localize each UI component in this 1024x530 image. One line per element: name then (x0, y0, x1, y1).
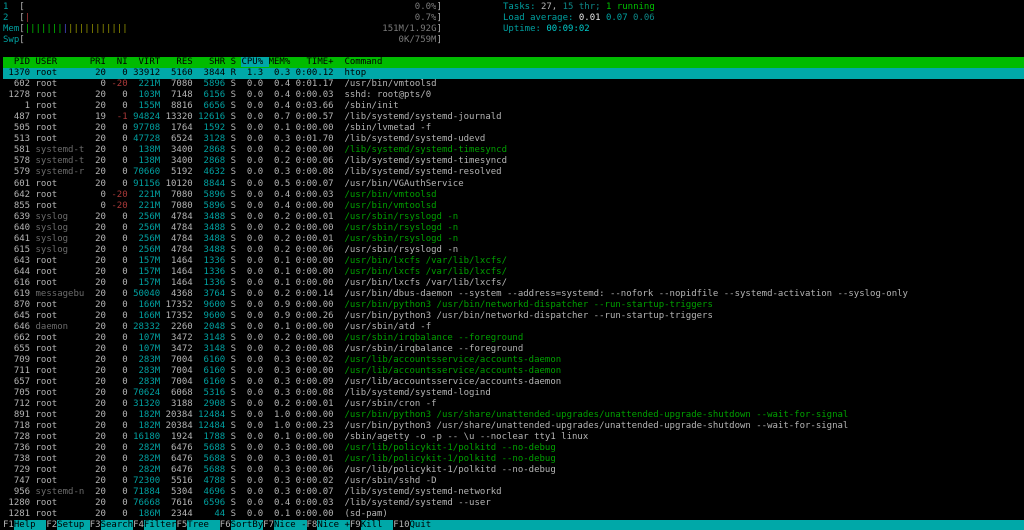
meter-value: 0.0% (414, 2, 437, 12)
process-row[interactable]: 711 root 20 0 283M 7004 6160 S 0.0 0.3 0… (3, 366, 1024, 377)
process-row[interactable]: 1278 root 20 0 103M 7148 6156 S 0.0 0.4 … (3, 90, 1024, 101)
process-row[interactable]: 736 root 20 0 282M 6476 5688 S 0.0 0.3 0… (3, 443, 1024, 454)
process-table-header: PID USER PRI NI VIRT RES SHR S CPU% MEM%… (3, 57, 1024, 69)
process-row[interactable]: 615 syslog 20 0 256M 4784 3488 S 0.0 0.2… (3, 245, 1024, 256)
process-row[interactable]: 646 daemon 20 0 28332 2260 2048 S 0.0 0.… (3, 322, 1024, 333)
process-row[interactable]: 662 root 20 0 107M 3472 3148 S 0.0 0.2 0… (3, 333, 1024, 344)
fkey-Setup-button[interactable]: Setup (57, 520, 90, 530)
column-header-PID[interactable]: PID (3, 57, 36, 67)
process-row[interactable]: 956 systemd-n 20 0 71884 5304 4696 S 0.0… (3, 487, 1024, 498)
function-key-bar: F1 Help F2 Setup F3 Search F4 Filter F5 Tree F6… (3, 520, 1024, 530)
fkey-Nice+-button[interactable]: Nice + (317, 520, 350, 530)
process-row[interactable]: 579 systemd-r 20 0 70660 5192 4632 S 0.0… (3, 167, 1024, 178)
process-row[interactable]: 747 root 20 0 72300 5516 4788 S 0.0 0.3 … (3, 476, 1024, 487)
tasks-summary: Tasks: 27, 15 thr; 1 running (503, 2, 655, 12)
column-header-VIRT[interactable]: VIRT (133, 57, 166, 67)
process-row[interactable]: 513 root 20 0 47728 6524 3128 S 0.0 0.3 … (3, 134, 1024, 145)
fkey-number-F9: F9 (349, 520, 361, 530)
process-row[interactable]: 644 root 20 0 157M 1464 1336 S 0.0 0.1 0… (3, 267, 1024, 278)
column-header-CPU[interactable]: CPU% (241, 57, 269, 68)
process-row[interactable]: 601 root 20 0 91156 10120 8844 S 0.0 0.5… (3, 179, 1024, 190)
process-row[interactable]: 718 root 20 0 182M 20384 12484 S 0.0 1.0… (3, 421, 1024, 432)
meter-value: 0K/759M (398, 35, 437, 46)
swap-meter: Swp[0K/759M] (3, 35, 442, 46)
header-right: Tasks: 27, 15 thr; 1 running Load average… (503, 2, 655, 35)
load-average: Load average: 0.01 0.07 0.06 (503, 13, 655, 24)
column-header-Command[interactable]: Command (344, 57, 382, 67)
fkey-Search-button[interactable]: Search (100, 520, 134, 530)
process-row[interactable]: 705 root 20 0 70624 6068 5316 S 0.0 0.3 … (3, 388, 1024, 399)
process-row[interactable]: 855 root 0 -20 221M 7080 5896 S 0.0 0.4 … (3, 201, 1024, 212)
uptime: Uptime: 00:09:02 (503, 24, 590, 35)
column-header-PRI[interactable]: PRI (90, 57, 112, 67)
process-row[interactable]: 581 systemd-t 20 0 138M 3400 2868 S 0.0 … (3, 145, 1024, 156)
process-row[interactable]: 1370 root 20 0 33912 5160 3844 R 1.3 0.3… (3, 68, 1024, 80)
column-header-S[interactable]: S (231, 57, 242, 67)
process-row[interactable]: 643 root 20 0 157M 1464 1336 S 0.0 0.1 0… (3, 256, 1024, 267)
fkey-number-F3: F3 (89, 520, 101, 530)
process-row[interactable]: 641 syslog 20 0 256M 4784 3488 S 0.0 0.2… (3, 234, 1024, 245)
fkey-number-F2: F2 (46, 520, 58, 530)
fkey-number-F4: F4 (133, 520, 144, 530)
process-row[interactable]: 729 root 20 0 282M 6476 5688 S 0.0 0.3 0… (3, 465, 1024, 476)
process-row[interactable]: 602 root 0 -20 221M 7080 5896 S 0.0 0.4 … (3, 79, 1024, 90)
process-row[interactable]: 1 root 20 0 155M 8816 6656 S 0.0 0.4 0:0… (3, 101, 1024, 112)
column-header-RES[interactable]: RES (166, 57, 199, 67)
process-row[interactable]: 655 root 20 0 107M 3472 3148 S 0.0 0.2 0… (3, 344, 1024, 355)
fkey-SortBy-button[interactable]: SortBy (230, 520, 264, 530)
column-header-TIME[interactable]: TIME+ (296, 57, 345, 67)
fkey-number-F7: F7 (263, 520, 274, 530)
process-row[interactable]: 505 root 20 0 97708 1764 1592 S 0.0 0.1 … (3, 123, 1024, 134)
process-row[interactable]: 616 root 20 0 157M 1464 1336 S 0.0 0.1 0… (3, 278, 1024, 289)
process-row[interactable]: 738 root 20 0 282M 6476 5688 S 0.0 0.3 0… (3, 454, 1024, 465)
process-row[interactable]: 640 syslog 20 0 256M 4784 3488 S 0.0 0.2… (3, 223, 1024, 234)
process-row[interactable]: 645 root 20 0 166M 17352 9600 S 0.0 0.9 … (3, 311, 1024, 322)
process-row[interactable]: 487 root 19 -1 94824 13320 12616 S 0.0 0… (3, 112, 1024, 123)
process-table: 1370 root 20 0 33912 5160 3844 R 1.3 0.3… (3, 68, 1024, 520)
process-row[interactable]: 728 root 20 0 16180 1924 1788 S 0.0 0.1 … (3, 432, 1024, 443)
fkey-number-F6: F6 (219, 520, 231, 530)
column-header-MEM[interactable]: MEM% (269, 57, 296, 67)
column-header-SHR[interactable]: SHR (198, 57, 231, 67)
fkey-Help-button[interactable]: Help (13, 520, 47, 530)
fkey-number-F5: F5 (176, 520, 188, 530)
fkey-Quit-button[interactable]: Quit (409, 520, 1024, 530)
fkey-number-F10: F10 (393, 520, 410, 530)
fkey-Nice--button[interactable]: Nice - (274, 520, 307, 530)
terminal-grid: 1 [0.0%] 2 [| 0.7%] Mem[|||||||||||||||||||… (3, 2, 1024, 530)
fkey-Kill-button[interactable]: Kill (360, 520, 394, 530)
fkey-number-F1: F1 (3, 520, 14, 530)
process-row[interactable]: 891 root 20 0 182M 20384 12484 S 0.0 1.0… (3, 410, 1024, 421)
fkey-Filter-button[interactable]: Filter (143, 520, 177, 530)
process-row[interactable]: 619 messagebu 20 0 50040 4368 3764 S 0.0… (3, 289, 1024, 300)
process-row[interactable]: 1280 root 20 0 76668 7616 6596 S 0.0 0.4… (3, 498, 1024, 509)
process-row[interactable]: 657 root 20 0 283M 7004 6160 S 0.0 0.3 0… (3, 377, 1024, 388)
column-header-NI[interactable]: NI (111, 57, 133, 67)
process-row[interactable]: 709 root 20 0 283M 7004 6160 S 0.0 0.3 0… (3, 355, 1024, 366)
meter-ticks: ||||||||||||||||||| (24, 24, 128, 35)
process-row[interactable]: 639 syslog 20 0 256M 4784 3488 S 0.0 0.2… (3, 212, 1024, 223)
htop-terminal: 1 [0.0%] 2 [| 0.7%] Mem[|||||||||||||||||||… (0, 0, 1024, 530)
process-row[interactable]: 642 root 0 -20 221M 7080 5896 S 0.0 0.4 … (3, 190, 1024, 201)
process-row[interactable]: 1281 root 20 0 186M 2344 44 S 0.0 0.1 0:… (3, 509, 1024, 520)
process-row[interactable]: 578 systemd-t 20 0 138M 3400 2868 S 0.0 … (3, 156, 1024, 167)
meter-ticks: | (24, 13, 31, 24)
process-row[interactable]: 870 root 20 0 166M 17352 9600 S 0.0 0.9 … (3, 300, 1024, 311)
column-header-USER[interactable]: USER (36, 57, 90, 67)
meter-value: 151M/1.92G (382, 24, 437, 35)
meter-value: 0.7% (414, 13, 437, 24)
fkey-number-F8: F8 (306, 520, 318, 530)
process-row[interactable]: 712 root 20 0 31320 3188 2908 S 0.0 0.2 … (3, 399, 1024, 410)
fkey-Tree-button[interactable]: Tree (187, 520, 220, 530)
